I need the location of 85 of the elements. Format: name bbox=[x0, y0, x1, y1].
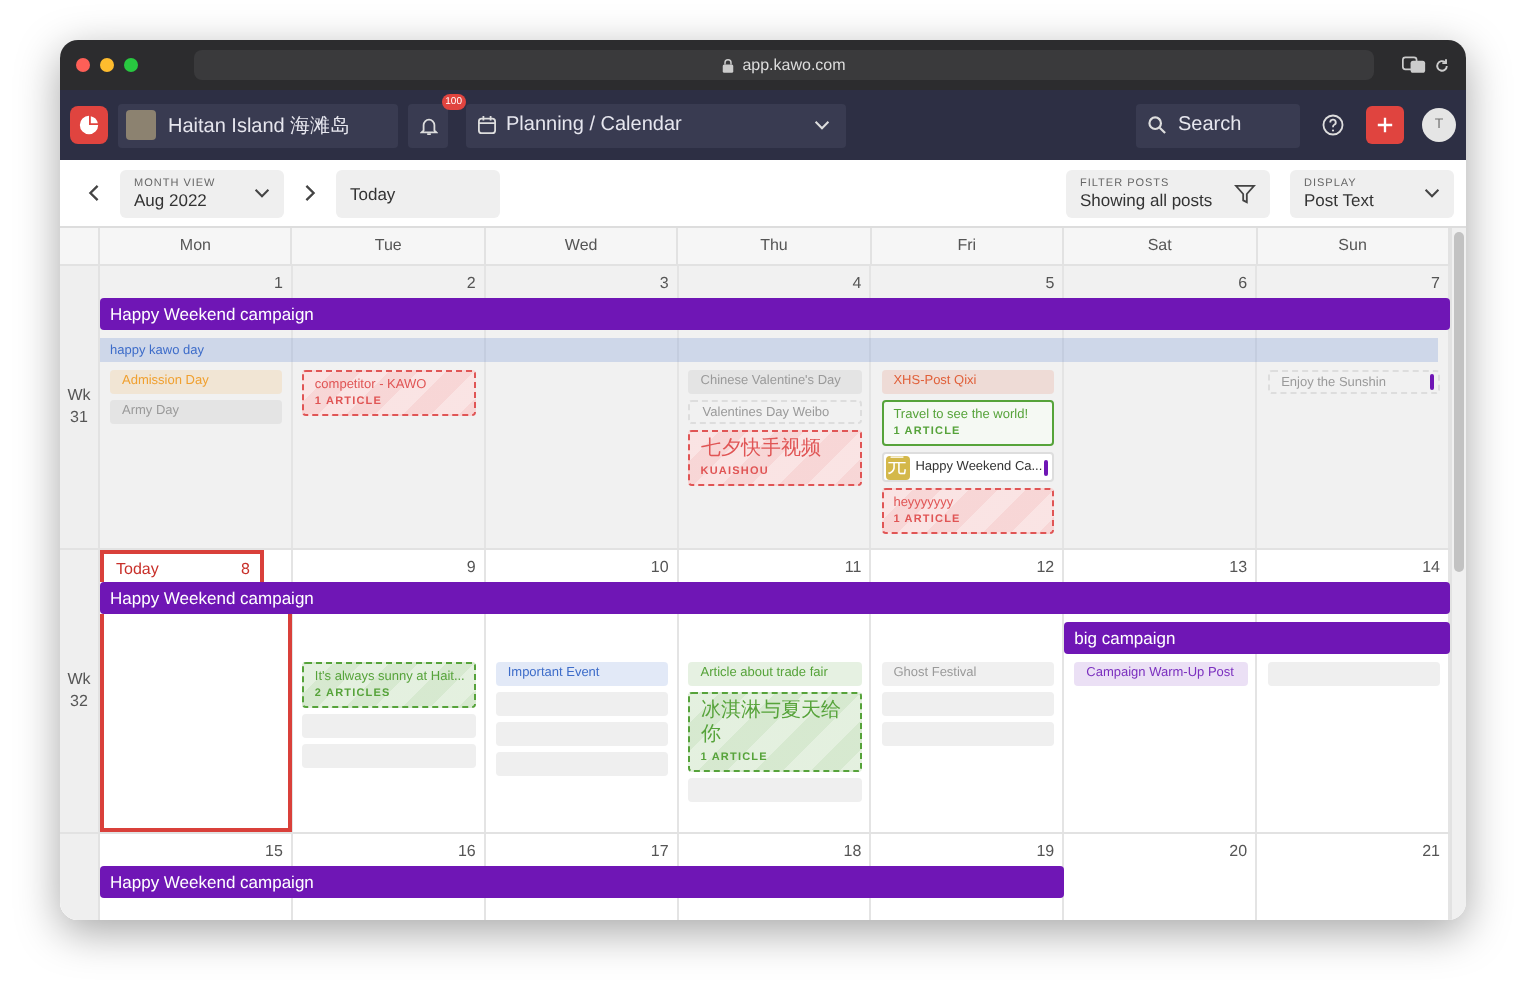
today-label: Today bbox=[116, 559, 159, 577]
weekday-header: Sat bbox=[1064, 228, 1258, 264]
day-header-cell[interactable]: 21 bbox=[1257, 834, 1450, 866]
day-number: 7 bbox=[1431, 273, 1440, 291]
day-number: 12 bbox=[1036, 557, 1055, 575]
weekday-header: Mon bbox=[100, 228, 293, 264]
next-month-button[interactable] bbox=[304, 184, 316, 202]
weekday-header: Tue bbox=[292, 228, 486, 264]
day-number: 11 bbox=[844, 557, 862, 575]
day-header-cell[interactable]: 16 bbox=[292, 834, 486, 866]
day-header-cell[interactable]: 20 bbox=[1064, 834, 1258, 866]
weekday-header: Wed bbox=[485, 228, 679, 264]
day-header-cell[interactable]: 7 bbox=[1257, 266, 1450, 298]
day-header-cell[interactable]: 2 bbox=[292, 266, 486, 298]
day-number: 20 bbox=[1229, 841, 1248, 859]
translate-icon[interactable] bbox=[1402, 56, 1426, 74]
day-number: 6 bbox=[1238, 273, 1248, 291]
day-number: 8 bbox=[241, 559, 250, 577]
day-header-cell[interactable]: 5 bbox=[871, 266, 1065, 298]
day-header-cell[interactable]: 11 bbox=[678, 550, 872, 582]
filter-icon bbox=[1234, 183, 1256, 203]
day-number: 18 bbox=[843, 841, 862, 859]
chevron-down-icon bbox=[814, 120, 830, 130]
campaign-bar[interactable]: big campaign bbox=[1064, 622, 1450, 654]
day-header-cell[interactable]: 18 bbox=[678, 834, 872, 866]
day-number: 19 bbox=[1036, 841, 1055, 859]
plus-icon bbox=[1376, 116, 1394, 134]
day-number: 4 bbox=[852, 273, 862, 291]
day-number: 21 bbox=[1422, 841, 1440, 859]
bell-icon bbox=[419, 115, 437, 135]
day-number: 13 bbox=[1229, 557, 1248, 575]
day-header-cell[interactable]: 15 bbox=[100, 834, 293, 866]
channel-icon: 元 bbox=[885, 455, 910, 479]
chevron-down-icon bbox=[254, 188, 270, 198]
window-zoom-button[interactable] bbox=[124, 58, 138, 72]
day-header-cell[interactable]: 14 bbox=[1257, 550, 1450, 582]
day-number: 3 bbox=[659, 273, 669, 291]
section-dropdown[interactable]: Planning / Calendar bbox=[466, 103, 846, 147]
campaign-bar[interactable]: Happy Weekend campaign bbox=[100, 298, 1450, 330]
day-header-cell[interactable]: 12 bbox=[871, 550, 1065, 582]
campaign-bar[interactable]: Happy Weekend campaign bbox=[100, 582, 1450, 614]
search-icon bbox=[1148, 116, 1166, 134]
week-number: Wk 32 bbox=[65, 670, 93, 712]
day-number: 1 bbox=[273, 273, 283, 291]
weekday-header: Fri bbox=[871, 228, 1065, 264]
week-number: Wk 31 bbox=[65, 386, 93, 428]
day-header-cell[interactable]: 19 bbox=[871, 834, 1065, 866]
window-close-button[interactable] bbox=[76, 58, 90, 72]
help-icon[interactable] bbox=[1322, 114, 1344, 136]
day-number: 17 bbox=[650, 841, 669, 859]
day-header-cell[interactable]: 9 bbox=[292, 550, 486, 582]
previous-month-button[interactable] bbox=[88, 184, 100, 202]
window-minimize-button[interactable] bbox=[100, 58, 114, 72]
day-header-cell[interactable]: 10 bbox=[485, 550, 679, 582]
workspace-selector[interactable]: Haitan Island 海滩岛 bbox=[118, 103, 398, 147]
weekday-header: Thu bbox=[678, 228, 872, 264]
notifications-button[interactable] bbox=[408, 103, 448, 147]
day-header-cell[interactable]: 1 bbox=[100, 266, 293, 298]
day-header-cell[interactable]: 13 bbox=[1064, 550, 1258, 582]
day-header-cell[interactable]: 6 bbox=[1064, 266, 1258, 298]
scrollbar[interactable] bbox=[1450, 228, 1466, 920]
day-number: 2 bbox=[466, 273, 476, 291]
calendar-icon bbox=[478, 116, 496, 134]
reload-icon[interactable] bbox=[1434, 57, 1450, 73]
day-header-cell[interactable]: 4 bbox=[678, 266, 872, 298]
url-text: app.kawo.com bbox=[742, 56, 846, 74]
photo-placeholder bbox=[126, 110, 156, 140]
lock-icon bbox=[722, 57, 735, 73]
day-number: 16 bbox=[457, 841, 476, 859]
search-field[interactable]: Search bbox=[1136, 103, 1300, 147]
day-number: 10 bbox=[650, 557, 669, 575]
day-number: 15 bbox=[265, 841, 283, 859]
chevron-down-icon bbox=[1424, 188, 1440, 198]
post-title: 冰淇淋与夏天给你 bbox=[700, 700, 843, 748]
day-number: 5 bbox=[1045, 273, 1055, 291]
today-button[interactable]: Today bbox=[336, 169, 500, 217]
day-number: 9 bbox=[466, 557, 476, 575]
address-bar[interactable]: app.kawo.com bbox=[194, 50, 1374, 80]
day-number: 14 bbox=[1422, 557, 1440, 575]
day-header-cell[interactable]: 3 bbox=[485, 266, 679, 298]
add-button[interactable] bbox=[1366, 106, 1404, 144]
post-title: 七夕快手视频 bbox=[700, 438, 823, 462]
app-logo[interactable] bbox=[70, 106, 108, 144]
campaign-bar[interactable]: Happy Weekend campaign bbox=[100, 866, 1065, 898]
day-header-cell[interactable]: 17 bbox=[485, 834, 679, 866]
